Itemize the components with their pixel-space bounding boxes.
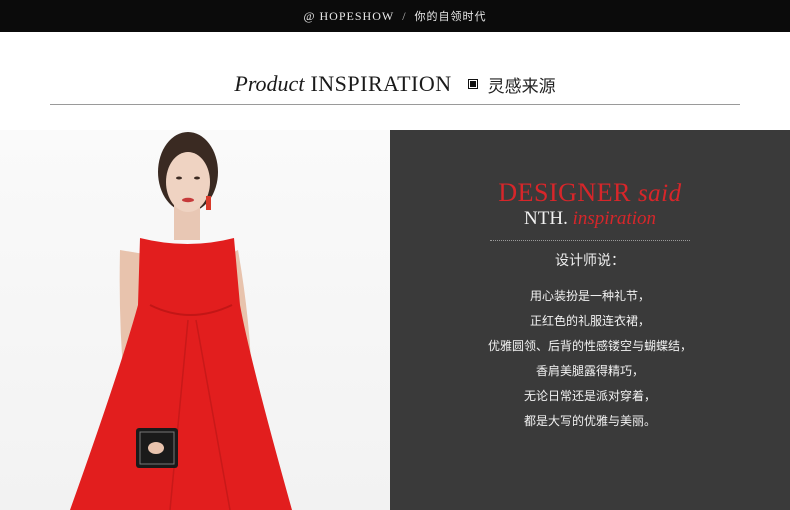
designer-title-italic: said: [637, 180, 682, 207]
designer-subtitle: NTH. inspiration: [390, 208, 790, 230]
heading-chinese: 灵感来源: [487, 76, 556, 97]
model-photo: [0, 130, 390, 510]
dotted-divider: [490, 240, 690, 241]
quote-line: 优雅圆领、后背的性感镂空与蝴蝶结，: [487, 339, 692, 353]
at-symbol: @: [303, 8, 316, 23]
heading-caps: INSPIRATION: [310, 71, 452, 96]
quote-line: 正红色的礼服连衣裙，: [529, 314, 650, 328]
designer-said-label: 设计师说：: [555, 253, 625, 269]
quote-line: 都是大写的优雅与美丽。: [523, 414, 656, 428]
brand-name[interactable]: HOPESHOW: [320, 9, 395, 24]
quote-line: 用心装扮是一种礼节，: [529, 289, 650, 303]
designer-panel: DESIGNER said NTH. inspiration 设计师说： 用心装…: [390, 130, 790, 510]
quote-line: 香肩美腿露得精巧，: [535, 364, 644, 378]
heading-italic: Product: [234, 71, 305, 96]
top-banner: @ HOPESHOW / 你的自领时代: [0, 0, 790, 32]
designer-title: DESIGNER said: [390, 178, 790, 208]
heading-divider: [50, 104, 740, 105]
quote-line: 无论日常还是派对穿着，: [523, 389, 656, 403]
square-bullet-icon: [467, 79, 478, 89]
designer-title-caps: DESIGNER: [498, 178, 631, 207]
designer-subtitle-caps: NTH.: [524, 208, 568, 229]
designer-quote: 用心装扮是一种礼节， 正红色的礼服连衣裙， 优雅圆领、后背的性感镂空与蝴蝶结， …: [390, 284, 790, 434]
section-heading: Product INSPIRATION 灵感来源: [50, 66, 740, 102]
designer-subtitle-italic: inspiration: [572, 208, 656, 229]
brand-slogan: 你的自领时代: [414, 10, 487, 23]
banner-separator: /: [402, 8, 407, 23]
model-illustration: [70, 132, 292, 510]
